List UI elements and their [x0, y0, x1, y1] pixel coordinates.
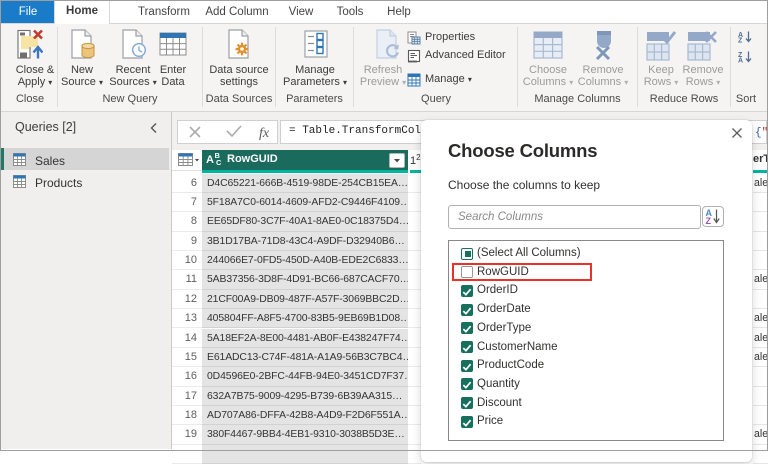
svg-text:Z: Z	[738, 38, 743, 45]
svg-text:Z: Z	[706, 216, 712, 226]
svg-text:fx: fx	[259, 126, 270, 141]
svg-text:A: A	[738, 58, 743, 65]
